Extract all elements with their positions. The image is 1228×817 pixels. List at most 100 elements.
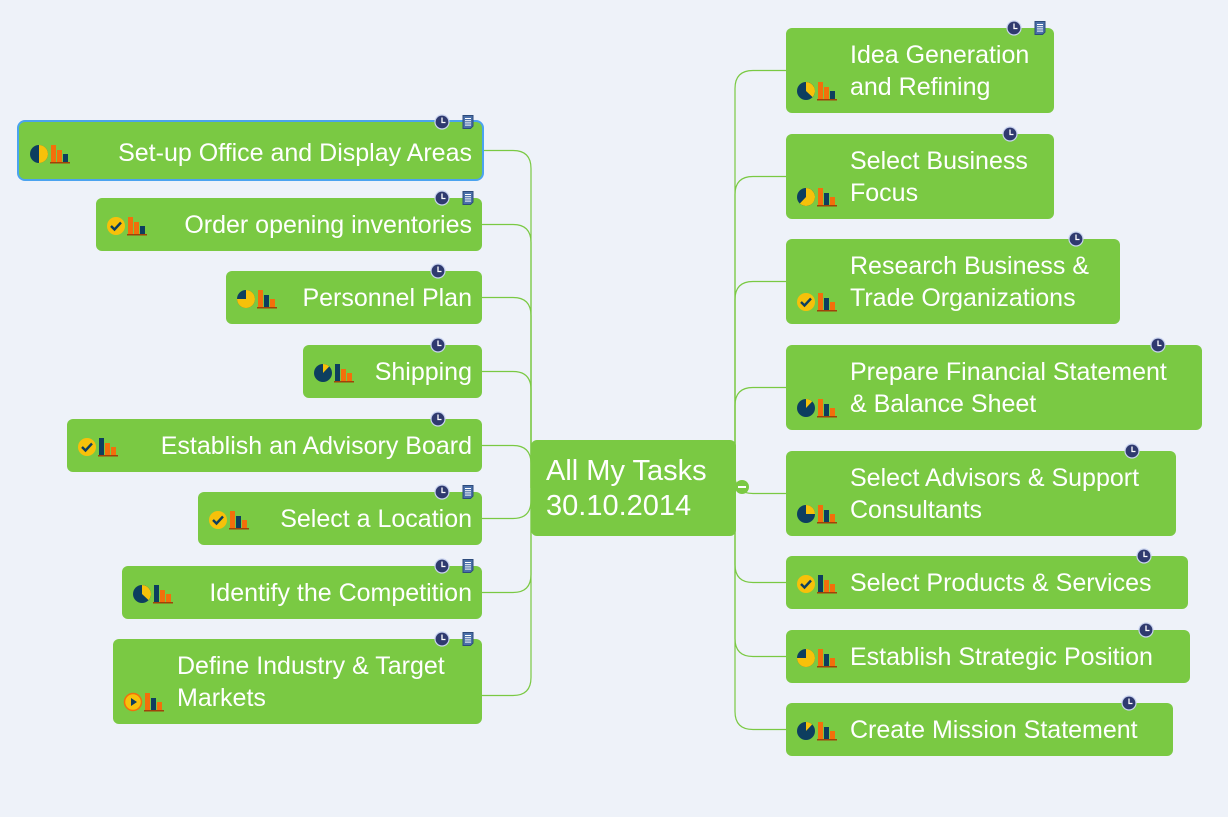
priority-medium-icon bbox=[817, 722, 837, 741]
right-topic-node[interactable]: Idea Generation and Refining bbox=[786, 20, 1054, 113]
connector-line bbox=[482, 149, 532, 488]
clock-icon[interactable] bbox=[434, 558, 450, 574]
topic-label: Prepare Financial Statement & Balance Sh… bbox=[850, 358, 1167, 418]
connector-line bbox=[734, 488, 786, 658]
clock-icon[interactable] bbox=[430, 337, 446, 353]
connector-line bbox=[734, 488, 786, 731]
topic-markers bbox=[1002, 126, 1018, 142]
topic-markers bbox=[434, 558, 476, 574]
central-topic[interactable]: All My Tasks 30.10.2014 bbox=[531, 440, 736, 536]
topic-label: Define Industry & Target Markets bbox=[177, 652, 445, 712]
clock-icon[interactable] bbox=[434, 484, 450, 500]
clock-icon[interactable] bbox=[1068, 231, 1084, 247]
right-topic-node[interactable]: Research Business & Trade Organizations bbox=[786, 231, 1120, 324]
topic-label: Personnel Plan bbox=[302, 284, 472, 312]
task-progress-pie-icon bbox=[314, 364, 332, 382]
topic-markers bbox=[1068, 231, 1084, 247]
topic-label: Set-up Office and Display Areas bbox=[118, 139, 472, 167]
clock-icon[interactable] bbox=[1138, 622, 1154, 638]
right-topic-node[interactable]: Select Advisors & Support Consultants bbox=[786, 443, 1176, 536]
topic-markers bbox=[430, 337, 446, 353]
left-topic-node[interactable]: Personnel Plan bbox=[226, 263, 482, 324]
clock-icon[interactable] bbox=[1136, 548, 1152, 564]
priority-medium-icon bbox=[817, 188, 837, 207]
task-icons bbox=[796, 398, 838, 418]
clock-icon[interactable] bbox=[1002, 126, 1018, 142]
task-complete-icon bbox=[209, 511, 227, 529]
clock-icon[interactable] bbox=[434, 631, 450, 647]
right-topic-node[interactable]: Prepare Financial Statement & Balance Sh… bbox=[786, 337, 1202, 430]
task-progress-pie-icon bbox=[797, 188, 816, 206]
right-topic-node[interactable]: Select Products & Services bbox=[786, 548, 1188, 609]
task-icons bbox=[208, 510, 250, 530]
topic-markers bbox=[1006, 20, 1048, 36]
task-progress-pie-icon bbox=[797, 399, 815, 417]
note-icon[interactable] bbox=[460, 484, 476, 500]
priority-high-icon bbox=[127, 217, 147, 236]
topic-label: Idea Generation and Refining bbox=[850, 41, 1030, 101]
clock-icon[interactable] bbox=[434, 114, 450, 130]
clock-icon[interactable] bbox=[1150, 337, 1166, 353]
left-topic-node[interactable]: Define Industry & Target Markets bbox=[113, 631, 482, 724]
left-topic-node[interactable]: Order opening inventories bbox=[96, 190, 482, 251]
right-topic-node[interactable]: Create Mission Statement bbox=[786, 695, 1173, 756]
clock-icon[interactable] bbox=[1124, 443, 1140, 459]
connector-line bbox=[734, 175, 786, 488]
note-icon[interactable] bbox=[460, 631, 476, 647]
task-started-icon bbox=[123, 692, 143, 712]
clock-icon[interactable] bbox=[430, 411, 446, 427]
connector-line bbox=[734, 488, 786, 584]
priority-medium-icon bbox=[817, 293, 837, 312]
clock-icon[interactable] bbox=[1006, 20, 1022, 36]
task-icons bbox=[106, 216, 148, 236]
task-progress-pie-icon bbox=[797, 505, 815, 523]
note-icon[interactable] bbox=[1032, 20, 1048, 36]
topic-label: Research Business & Trade Organizations bbox=[850, 252, 1090, 312]
task-progress-pie-icon bbox=[30, 145, 48, 163]
priority-low-icon bbox=[153, 585, 173, 604]
topic-markers bbox=[430, 411, 446, 427]
topic-label: Identify the Competition bbox=[209, 579, 472, 607]
task-icons bbox=[796, 721, 838, 741]
left-topic-node[interactable]: Shipping bbox=[303, 337, 482, 398]
topic-label: Order opening inventories bbox=[184, 211, 472, 239]
right-topic-node[interactable]: Establish Strategic Position bbox=[786, 622, 1190, 683]
task-icons bbox=[123, 692, 165, 712]
topic-markers bbox=[434, 114, 476, 130]
priority-medium-icon bbox=[257, 290, 277, 309]
priority-low-icon bbox=[817, 575, 837, 594]
topic-markers bbox=[434, 631, 476, 647]
task-progress-pie-icon bbox=[797, 649, 815, 667]
left-topic-node[interactable]: Set-up Office and Display Areas bbox=[19, 114, 482, 179]
connector-line bbox=[482, 296, 532, 488]
central-topic-title: All My Tasks bbox=[546, 455, 707, 487]
topic-label: Establish Strategic Position bbox=[850, 643, 1153, 671]
topic-markers bbox=[1138, 622, 1154, 638]
priority-low-icon bbox=[334, 364, 354, 383]
clock-icon[interactable] bbox=[434, 190, 450, 206]
connector-line bbox=[734, 280, 786, 488]
priority-medium-icon bbox=[817, 399, 837, 418]
topic-markers bbox=[1121, 695, 1137, 711]
left-topic-node[interactable]: Identify the Competition bbox=[122, 558, 482, 619]
collapse-toggle-button[interactable] bbox=[735, 480, 749, 494]
clock-icon[interactable] bbox=[430, 263, 446, 279]
connector-line bbox=[482, 223, 532, 488]
left-topic-node[interactable]: Select a Location bbox=[198, 484, 482, 545]
task-icons bbox=[796, 648, 838, 668]
task-icons bbox=[313, 363, 355, 383]
priority-medium-icon bbox=[817, 649, 837, 668]
topic-label: Create Mission Statement bbox=[850, 716, 1138, 744]
task-progress-pie-icon bbox=[797, 82, 815, 100]
clock-icon[interactable] bbox=[1121, 695, 1137, 711]
topic-markers bbox=[1150, 337, 1166, 353]
priority-medium-icon bbox=[817, 505, 837, 524]
note-icon[interactable] bbox=[460, 558, 476, 574]
right-topic-node[interactable]: Select Business Focus bbox=[786, 126, 1054, 219]
task-icons bbox=[796, 292, 838, 312]
left-topic-node[interactable]: Establish an Advisory Board bbox=[67, 411, 482, 472]
connector-line bbox=[734, 69, 786, 488]
task-icons bbox=[796, 504, 838, 524]
note-icon[interactable] bbox=[460, 114, 476, 130]
note-icon[interactable] bbox=[460, 190, 476, 206]
